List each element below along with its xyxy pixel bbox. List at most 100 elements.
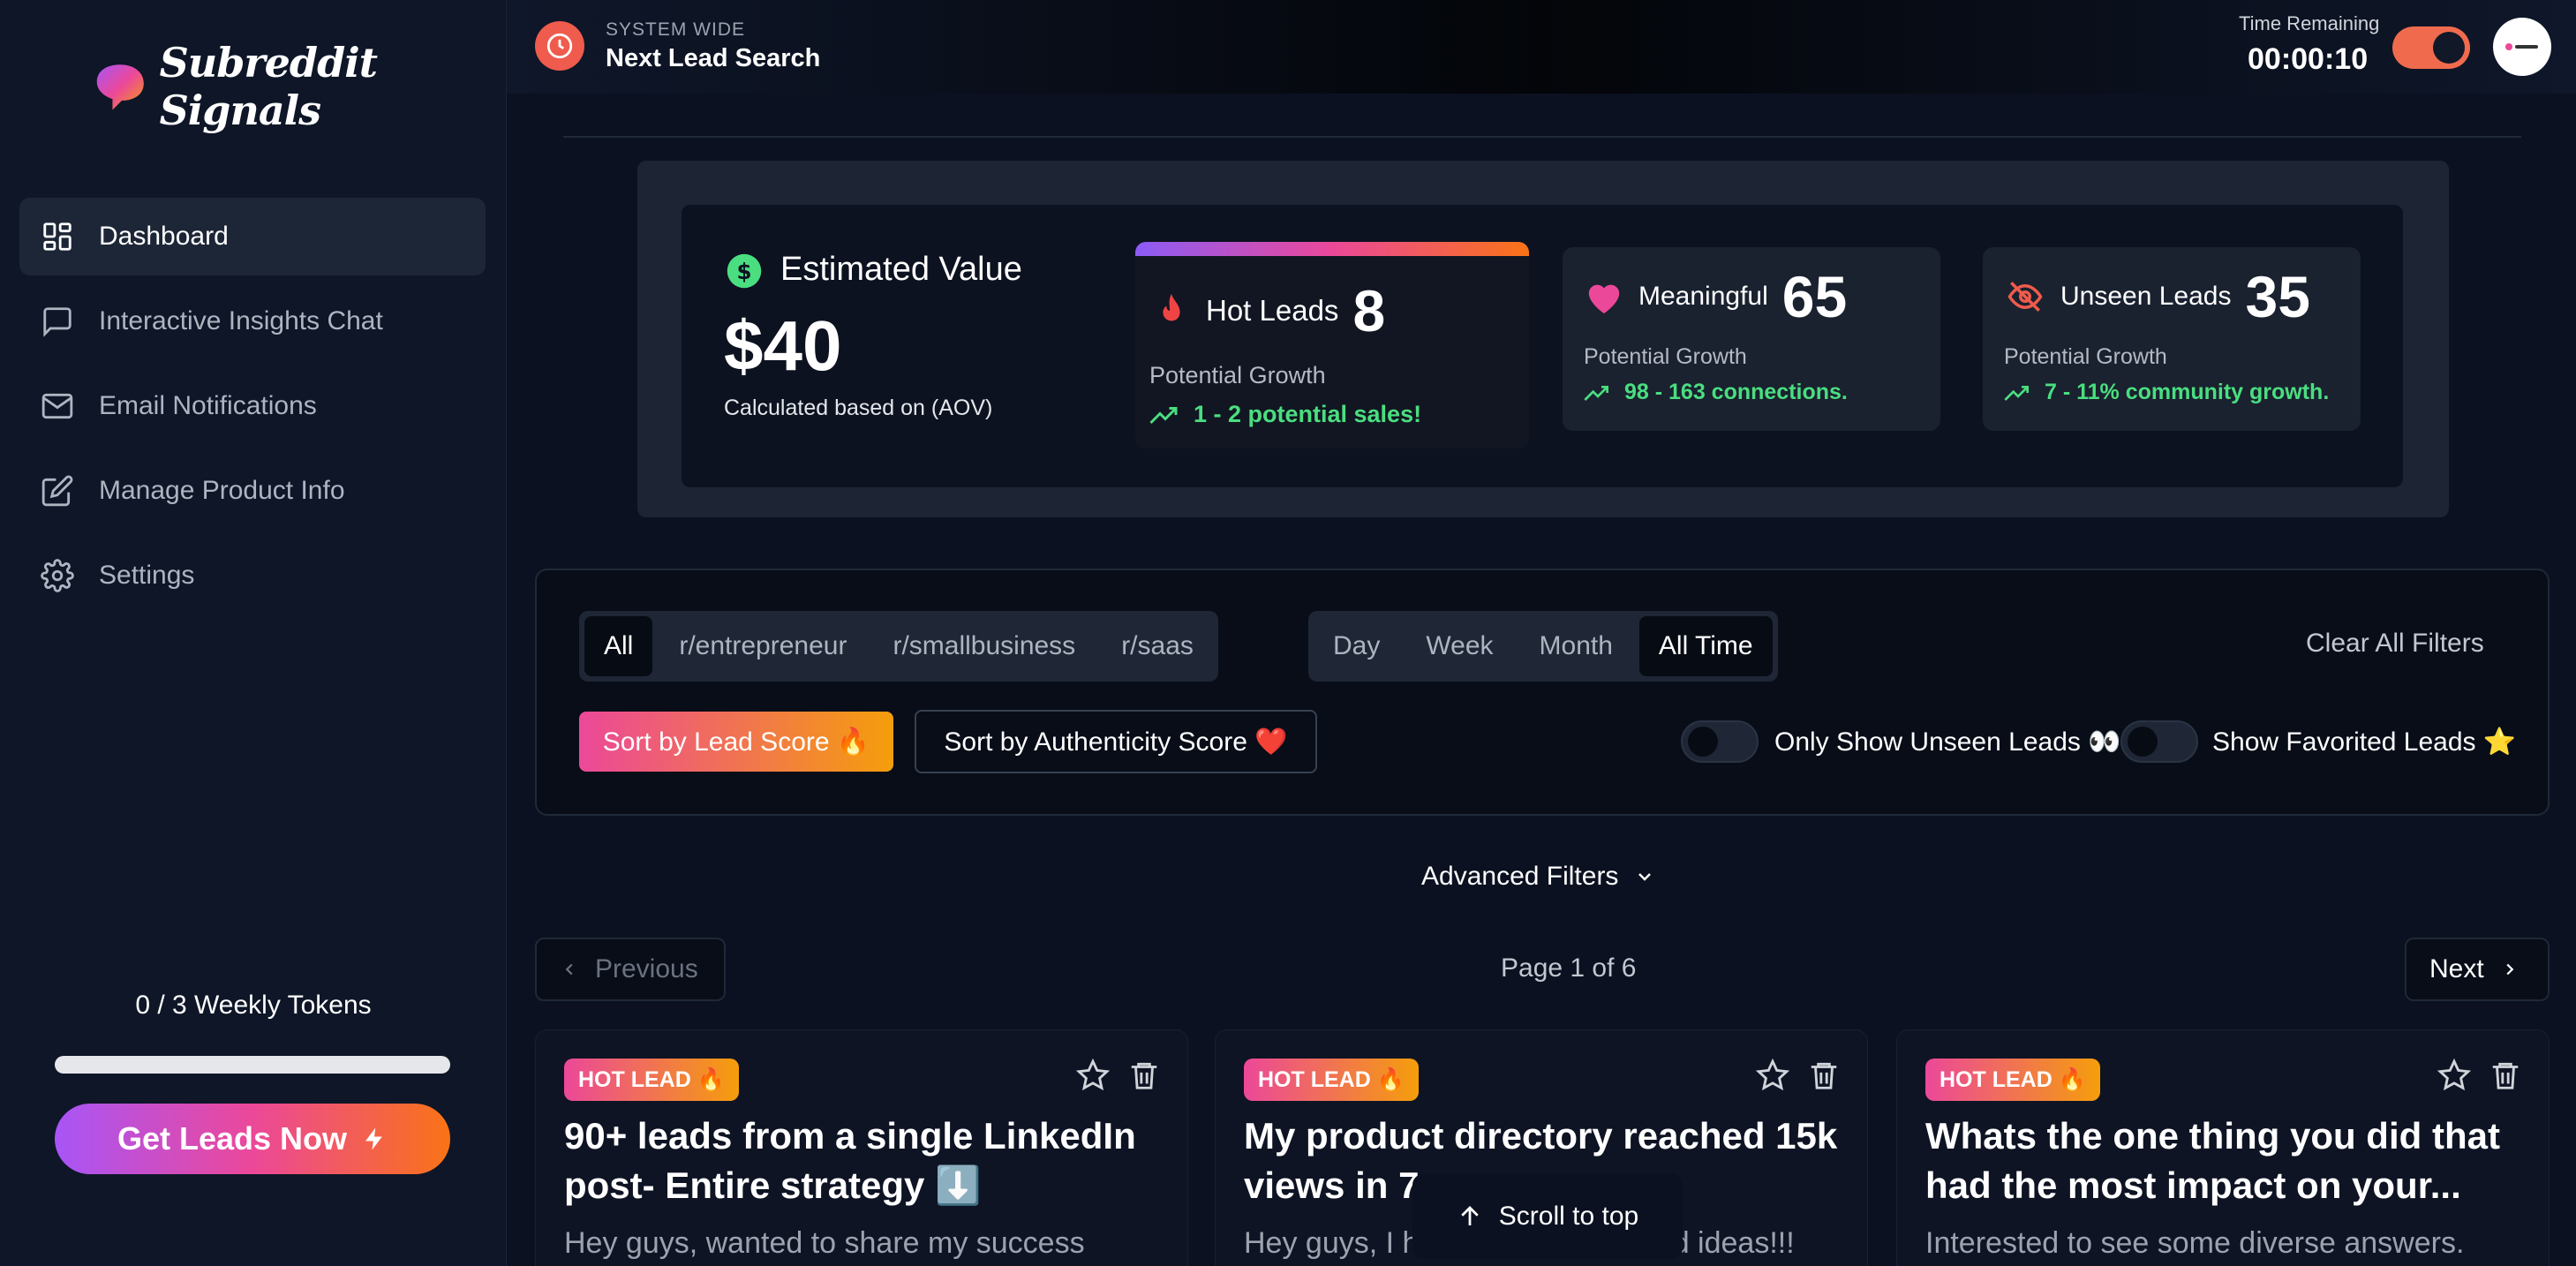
hot-leads-growth-label: Potential Growth [1149,362,1326,388]
sidebar-item-label: Dashboard [99,222,229,251]
previous-label: Previous [595,954,698,983]
lead-card[interactable]: HOT LEAD 🔥 90+ leads from a single Linke… [535,1029,1188,1266]
meaningful-card[interactable]: Meaningful 65 Potential Growth 98 - 163 … [1563,247,1940,431]
weekly-tokens-label: 0 / 3 Weekly Tokens [135,991,372,1020]
trash-icon[interactable] [1807,1059,1841,1092]
hot-leads-title: Hot Leads [1206,294,1339,327]
flame-icon [1163,293,1180,321]
scroll-to-top-button[interactable]: Scroll to top [1412,1174,1683,1259]
lightning-icon [365,1127,382,1150]
sidebar-item-manage-product[interactable]: Manage Product Info [19,452,486,530]
arrow-up-icon [1461,1206,1479,1225]
hot-leads-count: 8 [1352,278,1386,343]
meaningful-count: 65 [1781,264,1848,329]
clock-icon [535,21,584,71]
unseen-leads-card[interactable]: Unseen Leads 35 Potential Growth 7 - 11%… [1983,247,2361,431]
avatar-logo-icon [2505,43,2538,50]
chevron-left-icon [565,963,573,976]
time-remaining-label: Time Remaining [2239,12,2380,34]
weekly-tokens-progress [55,1056,450,1074]
clear-all-filters-button[interactable]: Clear All Filters [2306,629,2484,659]
star-icon[interactable] [1076,1059,1110,1092]
edit-icon [41,475,73,507]
sidebar-nav: Dashboard Interactive Insights Chat Emai… [19,198,486,622]
subreddit-filter: All r/entrepreneur r/smallbusiness r/saa… [579,611,1218,682]
time-filter-week[interactable]: Week [1406,616,1512,676]
trending-up-icon [2004,385,2029,401]
unseen-leads-toggle[interactable] [1681,720,1759,763]
dashboard-icon [43,222,72,251]
divider [563,136,2521,138]
advanced-filters-label: Advanced Filters [1421,862,1619,891]
lead-body: Hey guys, wanted to share my success [564,1226,1085,1260]
next-label: Next [2429,954,2484,983]
sort-by-lead-score-button[interactable]: Sort by Lead Score 🔥 [579,712,893,772]
logo[interactable]: Subreddit Signals [95,39,506,134]
subreddit-filter-smallbusiness[interactable]: r/smallbusiness [873,616,1095,676]
hot-lead-badge: HOT LEAD 🔥 [1244,1059,1419,1101]
advanced-filters-button[interactable]: Advanced Filters [1421,862,1655,892]
time-filter-day[interactable]: Day [1314,616,1399,676]
gear-icon [41,559,74,592]
subreddit-filter-saas[interactable]: r/saas [1102,616,1213,676]
sidebar: Subreddit Signals Dashboard Interactive … [0,0,507,1266]
sidebar-item-email-notifications[interactable]: Email Notifications [19,367,486,445]
hot-leads-growth: 1 - 2 potential sales! [1149,401,1421,428]
scroll-to-top-label: Scroll to top [1498,1202,1639,1231]
hot-lead-badge: HOT LEAD 🔥 [1925,1059,2100,1101]
unseen-leads-toggle-label: Only Show Unseen Leads 👀 [1774,727,2121,757]
eye-off-icon [2007,282,2043,312]
hot-leads-card[interactable]: Hot Leads 8 Potential Growth 1 - 2 poten… [1135,242,1529,448]
hot-leads-gradient-bar [1135,242,1529,256]
time-filter-all-time[interactable]: All Time [1638,616,1773,676]
filters-panel [535,569,2550,816]
sidebar-item-insights-chat[interactable]: Interactive Insights Chat [19,283,486,360]
sidebar-item-settings[interactable]: Settings [19,537,486,614]
time-range-filter: Day Week Month All Time [1308,611,1778,682]
trash-icon[interactable] [1127,1059,1161,1092]
unseen-leads-title: Unseen Leads [2060,282,2232,311]
favorited-leads-toggle[interactable] [2120,720,2198,763]
meaningful-growth: 98 - 163 connections. [1584,380,1848,405]
page-indicator: Page 1 of 6 [1501,953,1637,983]
unseen-leads-growth: 7 - 11% community growth. [2004,380,2329,405]
lead-card-actions [1076,1059,1161,1092]
star-icon[interactable] [1756,1059,1789,1092]
meaningful-growth-value: 98 - 163 connections. [1624,380,1848,404]
get-leads-now-button[interactable]: Get Leads Now [55,1104,450,1174]
system-wide-label: SYSTEM WIDE [606,19,746,40]
favorited-leads-toggle-label: Show Favorited Leads ⭐ [2212,727,2517,757]
star-icon[interactable] [2437,1059,2471,1092]
sidebar-item-label: Email Notifications [99,391,317,420]
next-page-button[interactable]: Next [2405,938,2550,1001]
dollar-icon: $ [727,253,762,289]
sidebar-item-label: Interactive Insights Chat [99,306,383,335]
unseen-leads-growth-value: 7 - 11% community growth. [2045,380,2330,404]
avatar[interactable] [2493,18,2551,76]
trash-icon[interactable] [2489,1059,2522,1092]
speech-bubble-logo-icon [96,64,144,110]
estimated-value-title: Estimated Value [780,251,1022,288]
subreddit-filter-entrepreneur[interactable]: r/entrepreneur [659,616,866,676]
lead-card-actions [2437,1059,2522,1092]
unseen-leads-growth-label: Potential Growth [2004,344,2167,369]
lead-card[interactable]: HOT LEAD 🔥 Whats the one thing you did t… [1896,1029,2550,1266]
lead-title: 90+ leads from a single LinkedIn post- E… [564,1115,1136,1206]
hot-leads-growth-value: 1 - 2 potential sales! [1194,401,1422,427]
meaningful-title: Meaningful [1638,282,1768,311]
chevron-down-icon [1638,873,1652,881]
time-filter-month[interactable]: Month [1520,616,1632,676]
previous-page-button[interactable]: Previous [535,938,726,1001]
hot-leads-header: Hot Leads 8 [1151,277,1385,344]
lead-title: Whats the one thing you did that had the… [1925,1115,2500,1206]
estimated-value-note: Calculated based on (AOV) [724,396,993,420]
heart-icon [1588,284,1620,314]
svg-text:$: $ [736,259,751,284]
chevron-right-icon [2506,963,2514,976]
sidebar-item-dashboard[interactable]: Dashboard [19,198,486,275]
chat-icon [43,307,72,337]
subreddit-filter-all[interactable]: All [584,616,653,676]
lead-search-toggle[interactable] [2392,26,2470,69]
sidebar-item-label: Manage Product Info [99,476,345,505]
sort-by-authenticity-button[interactable]: Sort by Authenticity Score ❤️ [915,710,1317,773]
